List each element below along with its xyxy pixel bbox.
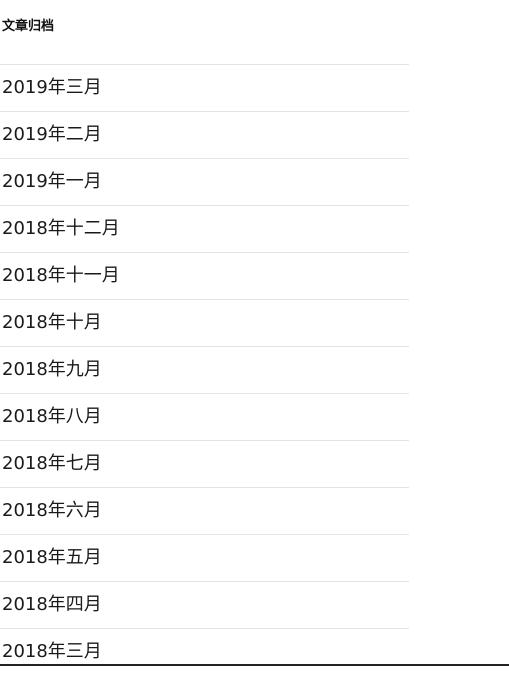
list-item: 2018年三月 xyxy=(0,628,409,675)
archive-link-2018-06[interactable]: 2018年六月 xyxy=(0,488,409,534)
list-item: 2018年九月 xyxy=(0,346,409,393)
archive-link-2018-11[interactable]: 2018年十一月 xyxy=(0,253,409,299)
archive-link-2018-12[interactable]: 2018年十二月 xyxy=(0,206,409,252)
list-item: 2018年六月 xyxy=(0,487,409,534)
archive-link-2019-01[interactable]: 2019年一月 xyxy=(0,159,409,205)
list-item: 2018年十一月 xyxy=(0,252,409,299)
list-item: 2018年五月 xyxy=(0,534,409,581)
archive-link-2018-10[interactable]: 2018年十月 xyxy=(0,300,409,346)
archive-link-2018-05[interactable]: 2018年五月 xyxy=(0,535,409,581)
widget-title: 文章归档 xyxy=(2,19,55,34)
archive-link-2018-07[interactable]: 2018年七月 xyxy=(0,441,409,487)
archive-link-2018-08[interactable]: 2018年八月 xyxy=(0,394,409,440)
list-item: 2018年十二月 xyxy=(0,205,409,252)
list-item: 2018年十月 xyxy=(0,299,409,346)
archive-widget: 文章归档 2019年三月 2019年二月 2019年一月 2018年十二月 20… xyxy=(0,0,509,666)
archive-link-2018-03[interactable]: 2018年三月 xyxy=(0,629,409,675)
list-item: 2018年四月 xyxy=(0,581,409,628)
archive-link-2018-09[interactable]: 2018年九月 xyxy=(0,347,409,393)
list-item: 2018年七月 xyxy=(0,440,409,487)
archive-list: 2019年三月 2019年二月 2019年一月 2018年十二月 2018年十一… xyxy=(0,64,409,675)
archive-link-2019-02[interactable]: 2019年二月 xyxy=(0,112,409,158)
archive-link-2019-03[interactable]: 2019年三月 xyxy=(0,65,409,111)
list-item: 2018年八月 xyxy=(0,393,409,440)
list-item: 2019年一月 xyxy=(0,158,409,205)
list-item: 2019年三月 xyxy=(0,64,409,111)
archive-link-2018-04[interactable]: 2018年四月 xyxy=(0,582,409,628)
list-item: 2019年二月 xyxy=(0,111,409,158)
